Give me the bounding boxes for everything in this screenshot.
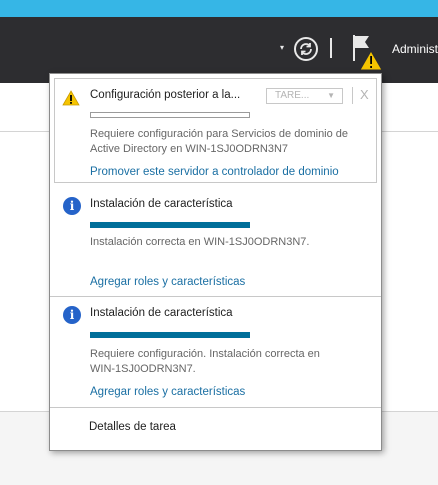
notification-title: Instalación de característica [90,198,233,210]
description-line: WIN-1SJ0ODRN3N7. [90,363,196,375]
notification-divider [50,296,381,297]
admin-menu-label[interactable]: Administ [392,42,438,56]
toolbar-separator [330,38,332,58]
notification-description: Requiere configuración. Instalación corr… [90,347,320,377]
close-button[interactable]: X [360,88,369,102]
notifications-flag-button[interactable] [348,33,384,73]
info-icon: i [63,306,81,324]
info-icon: i [63,197,81,215]
refresh-icon [300,43,312,55]
task-details-link[interactable]: Detalles de tarea [89,421,176,433]
description-line: Requiere configuración para Servicios de… [90,128,349,140]
refresh-button[interactable] [294,37,318,61]
description-line: Requiere configuración. Instalación corr… [90,348,320,360]
notification-description: Instalación correcta en WIN-1SJ0ODRN3N7. [90,236,310,248]
notification-title: Configuración posterior a la... [90,89,241,101]
add-roles-link[interactable]: Agregar roles y características [90,386,245,398]
progress-bar-fill [90,332,250,338]
description-line: Active Directory en WIN-1SJ0ODRN3N7 [90,143,289,155]
window-top-strip [0,0,438,17]
flag-icon [353,35,383,71]
notifications-popup: Configuración posterior a la... TARE... … [49,73,382,451]
progress-bar [90,112,250,118]
add-roles-link[interactable]: Agregar roles y características [90,276,245,288]
button-separator [352,87,353,104]
progress-bar-fill [90,222,250,228]
warning-icon [62,90,80,106]
promote-dc-link[interactable]: Promover este servidor a controlador de … [90,166,339,178]
task-dropdown-button[interactable]: TARE... ▼ [266,88,343,104]
notification-warning: Configuración posterior a la... TARE... … [54,78,377,260]
dropdown-arrow-icon[interactable]: ▾ [275,41,289,55]
notification-description: Requiere configuración para Servicios de… [90,127,348,157]
chevron-down-icon: ▼ [327,91,335,100]
task-button-label: TARE... [275,90,310,101]
notification-divider [50,407,381,408]
notification-title: Instalación de característica [90,307,233,319]
